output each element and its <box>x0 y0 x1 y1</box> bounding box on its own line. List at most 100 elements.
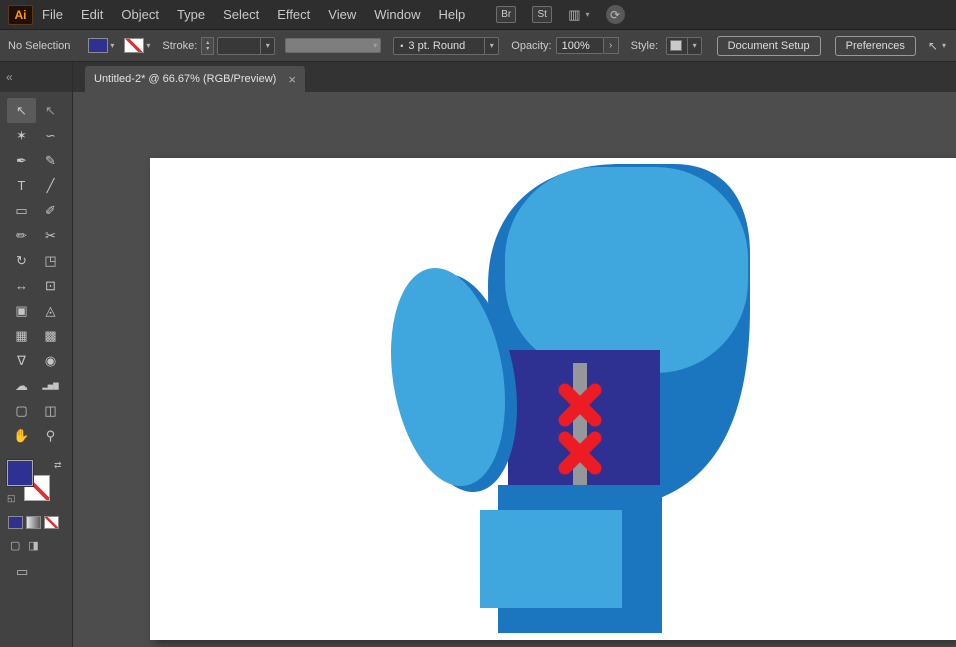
stock-button[interactable]: St <box>532 6 553 23</box>
gradient-tool[interactable]: ▩ <box>36 323 65 348</box>
cursor-icon: ↖ <box>927 38 938 53</box>
stroke-color-control[interactable]: ▾ <box>124 38 150 53</box>
tools-panel: « ↖ ↖ ✶ ∽ ✒ ✎ T ╱ ▭ ✐ ✏ ✂ ↻ ◳ ↔ ⊡ ▣ ◬ ▦ ▩ ∇ ◉ ☁ ▂▅▇ ▢ ◫ ✋ ⚲ ⇄ ◱ ▢ ◨… <box>0 62 73 647</box>
chevron-down-icon: ▾ <box>110 41 115 50</box>
free-transform-tool[interactable]: ⊡ <box>36 273 65 298</box>
selection-options-control[interactable]: ↖ ▾ <box>928 39 946 53</box>
color-mode-row <box>8 516 72 529</box>
artboard-tool[interactable]: ▢ <box>7 398 36 423</box>
column-graph-tool[interactable]: ▂▅▇ <box>36 373 65 398</box>
stroke-weight-combo[interactable]: ▾ <box>217 36 276 55</box>
chevron-down-icon[interactable]: ▾ <box>687 37 701 54</box>
rotate-tool[interactable]: ↻ <box>7 248 36 273</box>
document-tab[interactable]: Untitled-2* @ 66.67% (RGB/Preview) × <box>85 66 305 92</box>
menu-select[interactable]: Select <box>214 7 268 22</box>
boxing-glove-artwork[interactable] <box>150 158 956 640</box>
fill-stroke-indicator: ⇄ ◱ <box>6 459 65 506</box>
fill-color-control[interactable]: ▾ <box>88 38 114 53</box>
close-icon[interactable]: × <box>288 73 296 86</box>
pencil-tool[interactable]: ✏ <box>7 223 36 248</box>
width-profile-combo[interactable]: ▾ <box>285 38 382 53</box>
stroke-swatch[interactable] <box>124 38 145 53</box>
selection-status: No Selection <box>8 39 71 52</box>
brush-bullet-icon: • <box>400 40 404 51</box>
slice-tool[interactable]: ◫ <box>36 398 65 423</box>
menu-edit[interactable]: Edit <box>72 7 112 22</box>
glove-head-highlight[interactable] <box>505 167 748 373</box>
panel-collapse-control[interactable]: « <box>0 62 72 92</box>
direct-selection-tool[interactable]: ↖ <box>36 98 65 123</box>
eyedropper-tool[interactable]: ∇ <box>7 348 36 373</box>
menu-bar: Ai File Edit Object Type Select Effect V… <box>0 0 956 29</box>
menu-help[interactable]: Help <box>429 7 474 22</box>
menu-object[interactable]: Object <box>112 7 168 22</box>
chevron-down-icon: ▾ <box>585 10 590 19</box>
chevron-down-icon: ▾ <box>941 41 946 50</box>
stroke-weight-stepper[interactable]: ▴ ▾ <box>201 36 215 55</box>
tools-grid: ↖ ↖ ✶ ∽ ✒ ✎ T ╱ ▭ ✐ ✏ ✂ ↻ ◳ ↔ ⊡ ▣ ◬ ▦ ▩ ∇ ◉ ☁ ▂▅▇ ▢ ◫ ✋ ⚲ <box>0 98 72 448</box>
glove-cuff-highlight[interactable] <box>480 510 622 608</box>
preferences-button[interactable]: Preferences <box>834 35 916 56</box>
swap-fill-stroke-icon[interactable]: ⇄ <box>54 460 62 471</box>
draw-normal-icon[interactable]: ▢ <box>10 539 20 552</box>
menu-type[interactable]: Type <box>168 7 214 22</box>
brush-value: 3 pt. Round <box>408 39 466 52</box>
scissors-tool[interactable]: ✂ <box>36 223 65 248</box>
style-label: Style: <box>630 39 659 52</box>
control-bar: No Selection ▾ ▾ Stroke: ▴ ▾ ▾ ▾ • 3 pt.… <box>0 29 956 62</box>
opacity-flyout-arrow[interactable]: › <box>603 37 619 54</box>
workspace-icon: ▥ <box>568 6 581 22</box>
magic-wand-tool[interactable]: ✶ <box>7 123 36 148</box>
main-area: « ↖ ↖ ✶ ∽ ✒ ✎ T ╱ ▭ ✐ ✏ ✂ ↻ ◳ ↔ ⊡ ▣ ◬ ▦ ▩ ∇ ◉ ☁ ▂▅▇ ▢ ◫ ✋ ⚲ ⇄ ◱ ▢ ◨… <box>0 62 956 647</box>
menu-view[interactable]: View <box>319 7 365 22</box>
chevron-down-icon[interactable]: ▾ <box>260 37 274 54</box>
blend-tool[interactable]: ◉ <box>36 348 65 373</box>
lasso-tool[interactable]: ∽ <box>36 123 65 148</box>
pen-tool[interactable]: ✒ <box>7 148 36 173</box>
rectangle-tool[interactable]: ▭ <box>7 198 36 223</box>
hand-tool[interactable]: ✋ <box>7 423 36 448</box>
apply-color-button[interactable] <box>8 516 23 529</box>
shape-builder-tool[interactable]: ▣ <box>7 298 36 323</box>
workspace-switcher[interactable]: ▥ ▾ <box>568 7 589 23</box>
mesh-tool[interactable]: ▦ <box>7 323 36 348</box>
document-tab-strip: Untitled-2* @ 66.67% (RGB/Preview) × <box>73 62 956 92</box>
document-tab-title: Untitled-2* @ 66.67% (RGB/Preview) <box>94 73 277 85</box>
paintbrush-tool[interactable]: ✐ <box>36 198 65 223</box>
type-tool[interactable]: T <box>7 173 36 198</box>
cc-sync-icon[interactable]: ⟳ <box>605 5 625 24</box>
fill-color-box[interactable] <box>6 459 34 487</box>
draw-inside-icon[interactable]: ◨ <box>28 539 38 552</box>
artboard[interactable] <box>150 158 956 640</box>
collapse-icon: « <box>6 70 13 84</box>
menu-window[interactable]: Window <box>365 7 429 22</box>
menu-file[interactable]: File <box>33 7 72 22</box>
stroke-weight-label: Stroke: <box>162 39 198 52</box>
selection-tool[interactable]: ↖ <box>7 98 36 123</box>
document-viewport[interactable] <box>73 92 956 647</box>
symbol-sprayer-tool[interactable]: ☁ <box>7 373 36 398</box>
apply-gradient-button[interactable] <box>26 516 41 529</box>
drawing-modes-row: ▢ ◨ <box>10 539 72 552</box>
line-segment-tool[interactable]: ╱ <box>36 173 65 198</box>
glove-lace[interactable] <box>573 363 587 491</box>
chevron-down-icon[interactable]: ▾ <box>484 37 498 54</box>
fill-swatch[interactable] <box>88 38 109 53</box>
opacity-field[interactable]: 100% <box>555 37 604 54</box>
perspective-grid-tool[interactable]: ◬ <box>36 298 65 323</box>
brush-definition-combo[interactable]: • 3 pt. Round ▾ <box>393 36 500 55</box>
zoom-tool[interactable]: ⚲ <box>36 423 65 448</box>
stepper-down-icon[interactable]: ▾ <box>206 46 209 52</box>
default-fill-stroke-icon[interactable]: ◱ <box>7 493 16 504</box>
screen-mode-icon[interactable]: ▭ <box>16 564 28 579</box>
bridge-button[interactable]: Br <box>496 6 517 23</box>
menubar-right-icons: Br St ▥ ▾ ⟳ <box>496 5 625 24</box>
width-tool[interactable]: ↔ <box>7 273 36 298</box>
apply-none-button[interactable] <box>44 516 59 529</box>
opacity-label: Opacity: <box>511 39 552 52</box>
scale-tool[interactable]: ◳ <box>36 248 65 273</box>
menu-effect[interactable]: Effect <box>268 7 319 22</box>
curvature-tool[interactable]: ✎ <box>36 148 65 173</box>
document-setup-button[interactable]: Document Setup <box>716 35 821 56</box>
graphic-style-combo[interactable]: ▾ <box>666 36 703 55</box>
